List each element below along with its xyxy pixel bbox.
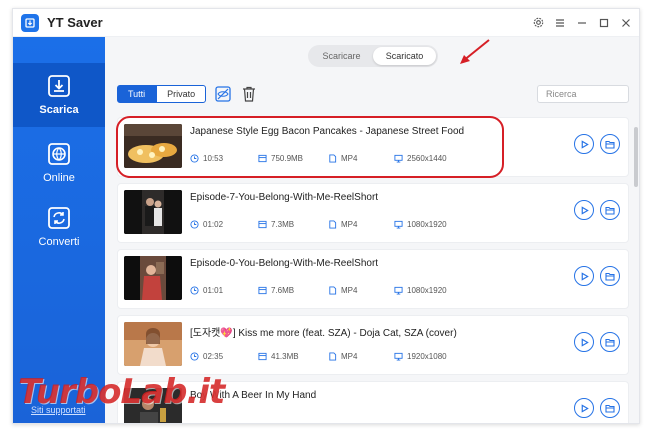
folder-icon <box>605 404 615 413</box>
video-duration: 01:01 <box>203 286 224 295</box>
list-item[interactable]: [도자캣💖] Kiss me more (feat. SZA) - Doja C… <box>117 315 629 375</box>
video-thumbnail <box>124 256 182 300</box>
download-icon <box>48 75 70 97</box>
play-button[interactable] <box>574 266 594 286</box>
video-size: 41.3MB <box>271 352 299 361</box>
sidebar-item-label: Converti <box>38 236 80 248</box>
folder-icon <box>605 140 615 149</box>
list-item[interactable]: Episode-7-You-Belong-With-Me-ReelShort 0… <box>117 183 629 243</box>
play-button[interactable] <box>574 332 594 352</box>
video-format: MP4 <box>341 154 358 163</box>
video-thumbnail <box>124 190 182 234</box>
video-thumbnail <box>124 124 182 168</box>
video-format: MP4 <box>341 220 358 229</box>
clock-icon <box>190 286 199 295</box>
play-icon <box>581 403 589 413</box>
scrollbar[interactable] <box>634 127 638 187</box>
video-resolution: 2560x1440 <box>407 154 447 163</box>
video-title: Japanese Style Egg Bacon Pancakes - Japa… <box>190 126 465 137</box>
list-item[interactable]: Episode-0-You-Belong-With-Me-ReelShort 0… <box>117 249 629 309</box>
video-thumbnail <box>124 322 182 366</box>
play-icon <box>581 337 589 347</box>
main-panel: Scaricare Scaricato Tutti Privato Ricerc… <box>105 37 639 423</box>
play-icon <box>581 139 589 149</box>
play-icon <box>581 205 589 215</box>
watermark-logo: TurboLab.it <box>18 372 225 412</box>
hide-icon[interactable] <box>214 85 232 103</box>
video-size: 750.9MB <box>271 154 304 163</box>
menu-icon[interactable] <box>551 14 569 32</box>
format-icon <box>329 220 337 229</box>
app-logo-icon <box>21 13 39 32</box>
resolution-icon <box>394 286 403 295</box>
minimize-icon[interactable] <box>573 14 591 32</box>
resolution-icon <box>394 154 403 163</box>
settings-icon[interactable] <box>529 14 547 32</box>
app-title: YT Saver <box>47 15 103 30</box>
search-input[interactable] <box>537 85 629 103</box>
globe-icon <box>48 143 70 165</box>
app-window: YT Saver Scarica Online Converti Siti su… <box>12 8 640 424</box>
sidebar: Scarica Online Converti Siti supportati <box>13 37 105 423</box>
video-resolution: 1080x1920 <box>407 286 447 295</box>
open-folder-button[interactable] <box>600 134 620 154</box>
play-button[interactable] <box>574 398 594 418</box>
trash-icon[interactable] <box>240 85 258 103</box>
file-size-icon <box>258 220 267 229</box>
tab-scaricare[interactable]: Scaricare <box>310 47 373 65</box>
annotation-arrow <box>460 39 490 64</box>
video-format: MP4 <box>341 286 358 295</box>
open-folder-button[interactable] <box>600 332 620 352</box>
format-icon <box>329 352 337 361</box>
play-button[interactable] <box>574 200 594 220</box>
sidebar-item-scarica[interactable]: Scarica <box>13 63 105 127</box>
filter-tutti[interactable]: Tutti <box>117 85 157 103</box>
video-resolution: 1920x1080 <box>407 352 447 361</box>
folder-icon <box>605 206 615 215</box>
format-icon <box>329 154 337 163</box>
folder-icon <box>605 338 615 347</box>
file-size-icon <box>258 352 267 361</box>
filter-privato[interactable]: Privato <box>156 85 207 103</box>
convert-icon <box>48 207 70 229</box>
sidebar-item-label: Online <box>43 172 75 184</box>
video-title: Episode-0-You-Belong-With-Me-ReelShort <box>190 258 379 269</box>
download-tabs: Scaricare Scaricato <box>308 45 438 67</box>
file-size-icon <box>258 286 267 295</box>
clock-icon <box>190 220 199 229</box>
video-duration: 01:02 <box>203 220 224 229</box>
resolution-icon <box>394 220 403 229</box>
video-title: Episode-7-You-Belong-With-Me-ReelShort <box>190 192 379 203</box>
maximize-icon[interactable] <box>595 14 613 32</box>
open-folder-button[interactable] <box>600 266 620 286</box>
video-format: MP4 <box>341 352 358 361</box>
filter-bar: Tutti Privato <box>117 85 258 103</box>
sidebar-item-label: Scarica <box>39 104 79 116</box>
tab-scaricato[interactable]: Scaricato <box>373 47 436 65</box>
play-icon <box>581 271 589 281</box>
open-folder-button[interactable] <box>600 398 620 418</box>
video-size: 7.3MB <box>271 220 295 229</box>
play-button[interactable] <box>574 134 594 154</box>
list-item[interactable]: Japanese Style Egg Bacon Pancakes - Japa… <box>116 116 629 178</box>
video-title: [도자캣💖] Kiss me more (feat. SZA) - Doja C… <box>190 328 457 339</box>
open-folder-button[interactable] <box>600 200 620 220</box>
titlebar: YT Saver <box>13 9 639 37</box>
video-size: 7.6MB <box>271 286 295 295</box>
video-resolution: 1080x1920 <box>407 220 447 229</box>
sidebar-item-converti[interactable]: Converti <box>13 195 105 259</box>
clock-icon <box>190 154 199 163</box>
folder-icon <box>605 272 615 281</box>
sidebar-item-online[interactable]: Online <box>13 131 105 195</box>
resolution-icon <box>394 352 403 361</box>
clock-icon <box>190 352 199 361</box>
video-duration: 02:35 <box>203 352 224 361</box>
format-icon <box>329 286 337 295</box>
close-icon[interactable] <box>617 14 635 32</box>
file-size-icon <box>258 154 267 163</box>
video-duration: 10:53 <box>203 154 224 163</box>
